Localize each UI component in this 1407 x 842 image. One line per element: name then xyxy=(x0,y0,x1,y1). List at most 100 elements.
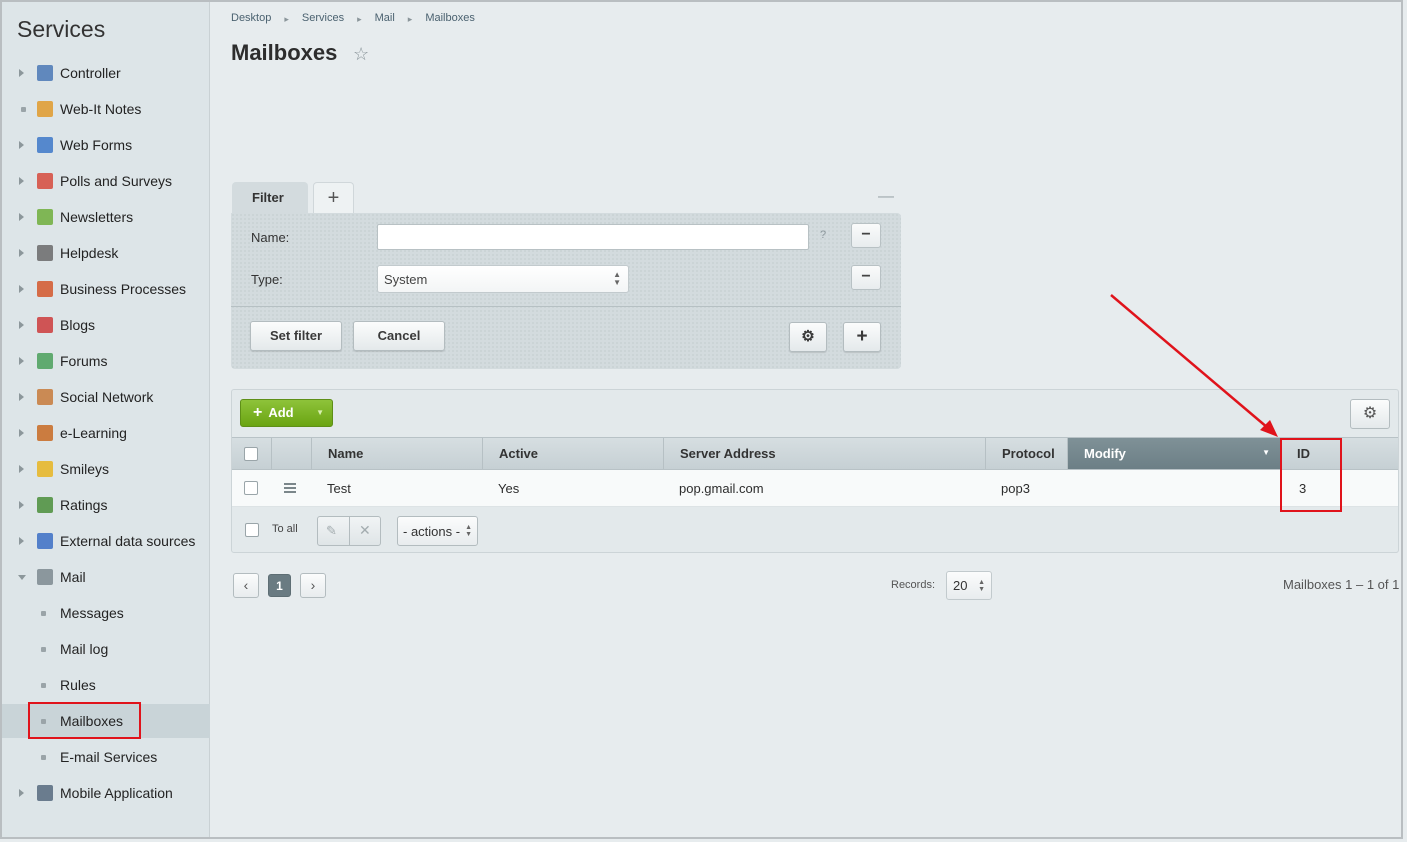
sidebar-item-controller[interactable]: Controller xyxy=(2,56,210,90)
chevron-right-icon[interactable] xyxy=(19,177,24,185)
sidebar-item-rules[interactable]: Rules xyxy=(2,668,210,702)
sidebar-item-business-processes[interactable]: Business Processes xyxy=(2,272,210,306)
sidebar-item-web-forms[interactable]: Web Forms xyxy=(2,128,210,162)
row-checkbox[interactable] xyxy=(244,481,258,495)
set-filter-button[interactable]: Set filter xyxy=(250,321,342,351)
rss-icon xyxy=(37,533,53,549)
learning-icon xyxy=(37,425,53,441)
bullet-icon xyxy=(41,754,46,760)
breadcrumb-services[interactable]: Services xyxy=(302,12,344,26)
close-icon[interactable]: ✕ xyxy=(359,522,371,539)
chevron-down-icon[interactable]: ▼ xyxy=(316,400,324,426)
sidebar-item-mobile-application[interactable]: Mobile Application xyxy=(2,776,210,810)
sidebar-item-messages[interactable]: Messages xyxy=(2,596,210,630)
sidebar-item-label: Ratings xyxy=(60,497,108,513)
sidebar-item-label: Business Processes xyxy=(60,281,187,297)
table-header: Name Active Server Address Protocol Modi… xyxy=(232,437,1398,470)
sidebar-item-social-network[interactable]: Social Network xyxy=(2,380,210,414)
records-select[interactable]: 20 ▲ ▼ xyxy=(946,571,992,600)
headset-icon xyxy=(37,245,53,261)
next-page-button[interactable]: › xyxy=(300,573,326,598)
sidebar-item-ratings[interactable]: Ratings xyxy=(2,488,210,522)
chevron-right-icon[interactable] xyxy=(19,69,24,77)
type-select-value: System xyxy=(384,272,428,287)
sidebar-item-smileys[interactable]: Smileys xyxy=(2,452,210,486)
add-filter-tab-button[interactable]: + xyxy=(313,182,354,214)
type-select[interactable]: System ▲ ▼ xyxy=(377,265,629,293)
grid-footer: To all ✎ ✕ - actions - ▲ ▼ xyxy=(232,508,1398,552)
updown-icon: ▲ ▼ xyxy=(978,579,985,593)
sidebar-item-label: External data sources xyxy=(60,533,196,549)
chevron-right-icon[interactable] xyxy=(19,537,24,545)
column-server-address[interactable]: Server Address xyxy=(664,438,986,469)
actions-select[interactable]: - actions - ▲ ▼ xyxy=(397,516,478,546)
chevron-right-icon[interactable] xyxy=(19,465,24,473)
column-name[interactable]: Name xyxy=(312,438,483,469)
chevron-right-icon[interactable] xyxy=(19,285,24,293)
sidebar-item-mail[interactable]: Mail xyxy=(2,560,210,594)
column-active[interactable]: Active xyxy=(483,438,664,469)
sidebar-item-label: E-mail Services xyxy=(60,749,158,765)
chevron-right-icon[interactable] xyxy=(19,213,24,221)
sidebar-item-e-mail-services[interactable]: E-mail Services xyxy=(2,740,210,774)
sidebar-item-label: Web-It Notes xyxy=(60,101,142,117)
pencil-icon[interactable]: ✎ xyxy=(326,523,337,539)
name-input[interactable] xyxy=(377,224,809,250)
prev-page-button[interactable]: ‹ xyxy=(233,573,259,598)
breadcrumb-desktop[interactable]: Desktop xyxy=(231,12,271,26)
bullet-icon xyxy=(21,106,26,112)
chevron-right-icon[interactable] xyxy=(19,429,24,437)
cancel-button[interactable]: Cancel xyxy=(353,321,445,351)
add-button[interactable]: + Add ▼ xyxy=(240,399,333,427)
divider xyxy=(349,517,350,545)
chevron-right-icon[interactable] xyxy=(19,789,24,797)
grid-settings-gear-icon[interactable]: ⚙ xyxy=(1350,399,1390,429)
remove-type-field-button[interactable]: − xyxy=(851,265,881,290)
sidebar-item-external-data-sources[interactable]: External data sources xyxy=(2,524,210,558)
forms-icon xyxy=(37,137,53,153)
sidebar-item-label: Controller xyxy=(60,65,121,81)
chevron-right-icon[interactable] xyxy=(19,501,24,509)
sidebar-item-mail-log[interactable]: Mail log xyxy=(2,632,210,666)
tab-filter[interactable]: Filter xyxy=(232,182,308,214)
chevron-right-icon[interactable] xyxy=(19,393,24,401)
to-all-checkbox[interactable] xyxy=(245,523,259,537)
table-row[interactable]: Test Yes pop.gmail.com pop3 3 xyxy=(232,470,1398,507)
star-icon[interactable]: ☆ xyxy=(353,44,369,65)
chevron-right-icon: ▸ xyxy=(284,14,289,24)
column-modify[interactable]: Modify ▼ xyxy=(1068,438,1281,469)
select-all-checkbox[interactable] xyxy=(244,447,258,461)
sidebar-item-e-learning[interactable]: e-Learning xyxy=(2,416,210,450)
help-icon[interactable]: ? xyxy=(820,229,826,241)
column-protocol[interactable]: Protocol xyxy=(986,438,1068,469)
sidebar-item-polls-and-surveys[interactable]: Polls and Surveys xyxy=(2,164,210,198)
chevron-right-icon[interactable] xyxy=(19,141,24,149)
minimize-icon[interactable]: — xyxy=(878,188,894,206)
sidebar-item-label: Forums xyxy=(60,353,108,369)
type-label: Type: xyxy=(251,272,283,287)
breadcrumb-mail[interactable]: Mail xyxy=(375,12,395,26)
gear-icon[interactable]: ⚙ xyxy=(789,322,827,352)
chevron-down-icon[interactable] xyxy=(18,574,26,580)
breadcrumb-mailboxes[interactable]: Mailboxes xyxy=(425,12,475,26)
chevron-right-icon[interactable] xyxy=(19,357,24,365)
sidebar-item-blogs[interactable]: Blogs xyxy=(2,308,210,342)
updown-icon: ▲ ▼ xyxy=(613,270,621,287)
sidebar-item-newsletters[interactable]: Newsletters xyxy=(2,200,210,234)
sidebar-item-label: Smileys xyxy=(60,461,110,477)
chevron-right-icon[interactable] xyxy=(19,321,24,329)
sidebar-item-label: Social Network xyxy=(60,389,154,405)
sidebar-item-helpdesk[interactable]: Helpdesk xyxy=(2,236,210,270)
row-menu-icon[interactable] xyxy=(284,483,296,495)
add-field-button[interactable]: + xyxy=(843,322,881,352)
cell-name[interactable]: Test xyxy=(327,481,351,496)
sidebar-item-label: Rules xyxy=(60,677,96,693)
mobile-icon xyxy=(37,785,53,801)
sidebar-item-forums[interactable]: Forums xyxy=(2,344,210,378)
chevron-right-icon[interactable] xyxy=(19,249,24,257)
filter-panel: Name: ? − Type: System ▲ ▼ − Set filter C… xyxy=(231,213,901,369)
remove-name-field-button[interactable]: − xyxy=(851,223,881,248)
current-page[interactable]: 1 xyxy=(268,574,291,597)
sidebar-item-web-it-notes[interactable]: Web-It Notes xyxy=(2,92,210,126)
sidebar-item-label: Blogs xyxy=(60,317,96,333)
